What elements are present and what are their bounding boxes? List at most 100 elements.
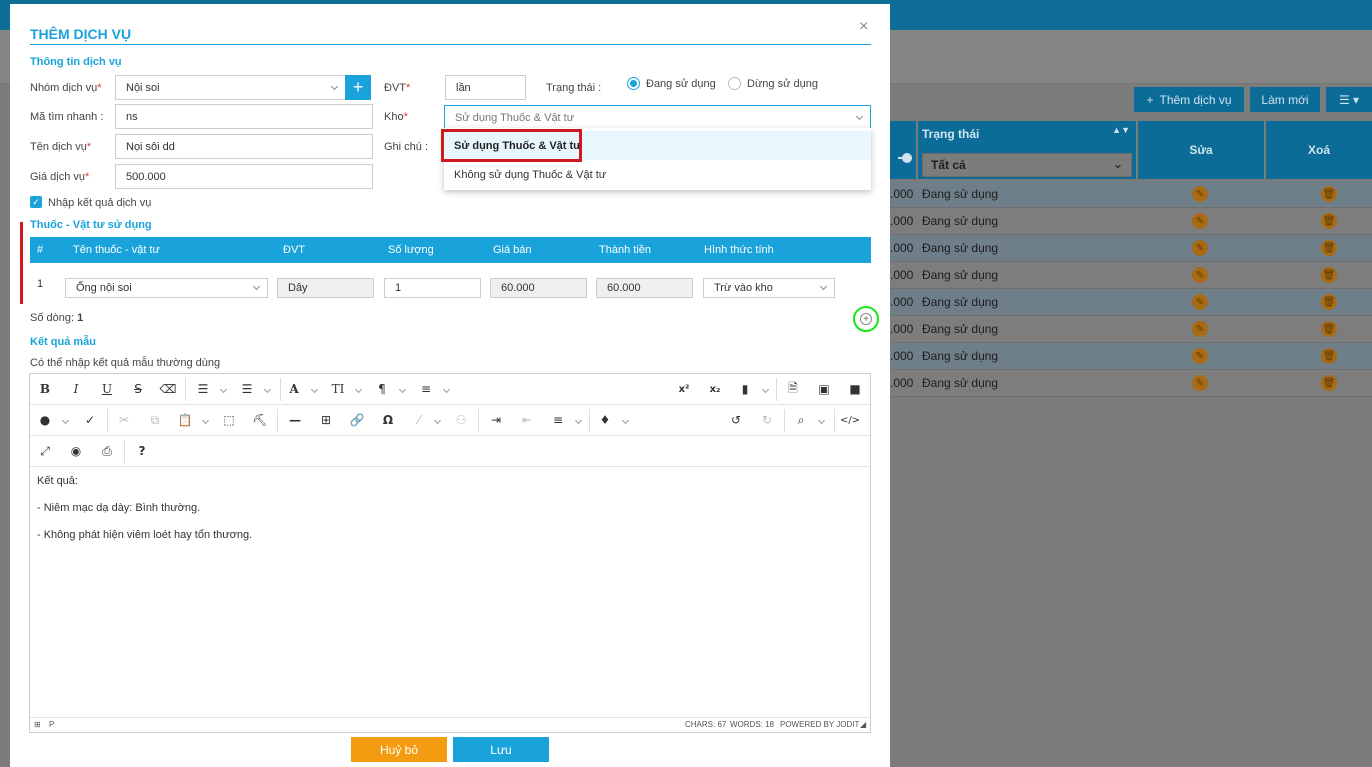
table-icon[interactable]: ⊞ xyxy=(318,412,334,428)
search-icon[interactable]: ⌕ xyxy=(793,412,809,428)
editor-line: Kết quả: xyxy=(37,475,78,487)
help-icon[interactable]: ? xyxy=(134,443,150,459)
edit-pencil-icon[interactable]: ✎ xyxy=(1192,186,1208,202)
col-index: # xyxy=(37,244,44,256)
delete-trash-icon[interactable]: 🗑 xyxy=(1321,267,1337,283)
bg-add-service-button[interactable]: + Thêm dịch vụ xyxy=(1134,87,1244,112)
file-icon[interactable]: ▮ xyxy=(737,381,753,397)
underline-icon[interactable]: U xyxy=(99,381,115,397)
edit-pencil-icon[interactable]: ✎ xyxy=(1192,240,1208,256)
calc-method-select[interactable]: Trừ vào kho xyxy=(703,278,835,298)
save-button[interactable]: Lưu xyxy=(453,737,549,762)
copy-icon[interactable]: ⧉ xyxy=(147,412,163,428)
delete-trash-icon[interactable]: 🗑 xyxy=(1321,321,1337,337)
link-icon[interactable]: 🔗 xyxy=(349,412,365,428)
bg-status-filter[interactable]: Tất cả ⌄ xyxy=(922,153,1132,177)
fullscreen-icon[interactable]: ⤢ xyxy=(37,443,53,459)
selected-option-highlight xyxy=(441,129,582,162)
bg-status-cell: Đang sử dụng xyxy=(922,322,999,336)
image-icon[interactable]: ▣ xyxy=(816,381,832,397)
status-active-radio[interactable] xyxy=(627,77,640,90)
col-price: Giá bán xyxy=(493,244,532,256)
source-code-icon[interactable]: </> xyxy=(840,412,860,428)
numbered-list-icon[interactable]: ☰ xyxy=(239,381,255,397)
add-row-icon[interactable]: + xyxy=(860,313,872,325)
status-inactive-radio[interactable] xyxy=(728,77,741,90)
cut-icon[interactable]: ✂ xyxy=(116,412,132,428)
delete-trash-icon[interactable]: 🗑 xyxy=(1321,186,1337,202)
editor-toolbar-row-1: B I U S ⌫ ☰ ☰ A TI ¶ ≡ x² x₂ ▮ 🗎 ▣ ■ xyxy=(30,374,870,405)
warehouse-select[interactable]: Sử dụng Thuốc & Vật tư xyxy=(444,105,871,130)
microphone-icon[interactable]: ● xyxy=(37,412,53,428)
status-inactive-label[interactable]: Dừng sử dụng xyxy=(747,78,818,90)
title-divider xyxy=(30,44,871,45)
bg-table-row: .000 Đang sử dụng ✎ 🗑 xyxy=(890,235,1372,262)
strikethrough-icon[interactable]: S xyxy=(130,381,146,397)
font-size-icon[interactable]: TI xyxy=(330,381,346,397)
paragraph-icon[interactable]: ¶ xyxy=(374,381,390,397)
enter-result-label[interactable]: Nhập kết quả dịch vụ xyxy=(48,197,151,209)
delete-trash-icon[interactable]: 🗑 xyxy=(1321,348,1337,364)
cancel-button[interactable]: Huỷ bỏ xyxy=(351,737,447,762)
video-icon[interactable]: ■ xyxy=(847,381,863,397)
delete-trash-icon[interactable]: 🗑 xyxy=(1321,294,1337,310)
delete-trash-icon[interactable]: 🗑 xyxy=(1321,375,1337,391)
delete-trash-icon[interactable]: 🗑 xyxy=(1321,213,1337,229)
print-icon[interactable]: ⎙ xyxy=(99,443,115,459)
edit-pencil-icon[interactable]: ✎ xyxy=(1192,294,1208,310)
col-total: Thành tiền xyxy=(599,244,651,256)
delete-trash-icon[interactable]: 🗑 xyxy=(1321,240,1337,256)
edit-pencil-icon[interactable]: ✎ xyxy=(1192,348,1208,364)
warehouse-option-not-use[interactable]: Không sử dụng Thuốc & Vật tư xyxy=(444,160,871,189)
italic-icon[interactable]: I xyxy=(68,381,84,397)
preview-eye-icon[interactable]: ◉ xyxy=(68,443,84,459)
color-icon[interactable]: ♦ xyxy=(597,412,613,428)
horizontal-rule-icon[interactable]: — xyxy=(287,412,303,428)
bullet-list-icon[interactable]: ☰ xyxy=(195,381,211,397)
outdent-icon[interactable]: ⇤ xyxy=(519,412,535,428)
edit-pencil-icon[interactable]: ✎ xyxy=(1192,375,1208,391)
bg-status-cell: Đang sử dụng xyxy=(922,376,999,390)
bg-refresh-button[interactable]: Làm mới xyxy=(1250,87,1320,112)
edit-pencil-icon[interactable]: ✎ xyxy=(1192,321,1208,337)
eraser-icon[interactable]: ⌫ xyxy=(160,381,177,397)
edit-pencil-icon[interactable]: ✎ xyxy=(1192,213,1208,229)
bg-column-menu-button[interactable]: ☰ ▾ xyxy=(1326,87,1372,112)
editor-line: - Niêm mạc dạ dày: Bình thường. xyxy=(37,502,201,514)
magic-icon[interactable]: ⁄ xyxy=(411,412,427,428)
edit-pencil-icon[interactable]: ✎ xyxy=(1192,267,1208,283)
print-preview-icon[interactable]: ⚇ xyxy=(453,412,469,428)
bg-status-cell: Đang sử dụng xyxy=(922,268,999,282)
unit-input[interactable]: lần xyxy=(445,75,526,100)
col-unit: ĐVT xyxy=(283,244,305,256)
document-icon[interactable]: 🗎 xyxy=(785,381,801,397)
close-icon[interactable]: × xyxy=(859,18,868,36)
classes-icon[interactable]: ≡ xyxy=(418,381,434,397)
quick-code-input[interactable]: ns xyxy=(115,104,373,129)
subscript-icon[interactable]: x₂ xyxy=(707,381,723,397)
resize-handle-icon[interactable]: ◢ xyxy=(860,720,866,729)
align-icon[interactable]: ≡ xyxy=(550,412,566,428)
enter-result-checkbox[interactable]: ✓ xyxy=(30,196,42,208)
element-path[interactable]: P xyxy=(49,720,54,729)
bold-icon[interactable]: B xyxy=(37,381,53,397)
font-icon[interactable]: A xyxy=(286,381,302,397)
status-active-label[interactable]: Đang sử dụng xyxy=(646,78,716,90)
service-price-input[interactable]: 500.000 xyxy=(115,164,373,189)
indent-icon[interactable]: ⇥ xyxy=(488,412,504,428)
supply-name-select[interactable]: Ống nội soi xyxy=(65,278,268,298)
editor-content-area[interactable]: Kết quả: - Niêm mạc dạ dày: Bình thường.… xyxy=(30,467,870,717)
add-group-button[interactable]: + xyxy=(345,75,371,100)
special-char-icon[interactable]: Ω xyxy=(380,412,396,428)
paste-icon[interactable]: 📋 xyxy=(177,412,193,428)
service-name-input[interactable]: Nọi sôi dd xyxy=(115,134,373,159)
sort-icon[interactable]: ▲▼ xyxy=(1112,125,1130,135)
group-select[interactable]: Nội soi xyxy=(115,75,346,100)
select-all-icon[interactable]: ⬚ xyxy=(221,412,237,428)
copy-format-icon[interactable]: ⛏ xyxy=(252,412,268,428)
undo-icon[interactable]: ↺ xyxy=(728,412,744,428)
superscript-icon[interactable]: x² xyxy=(676,381,692,397)
spellcheck-icon[interactable]: ✓ xyxy=(82,412,98,428)
redo-icon[interactable]: ↻ xyxy=(759,412,775,428)
supply-qty-input[interactable]: 1 xyxy=(384,278,481,298)
